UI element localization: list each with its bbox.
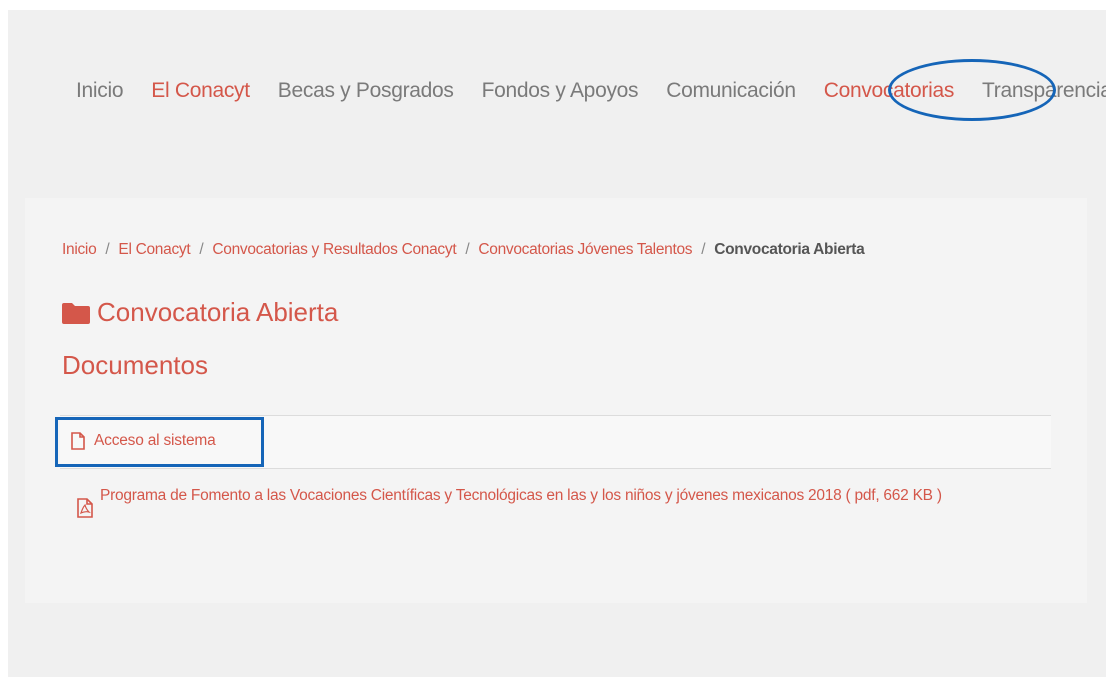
breadcrumb-item-inicio[interactable]: Inicio <box>62 241 97 258</box>
document-link-label: Programa de Fomento a las Vocaciones Cie… <box>100 487 942 504</box>
breadcrumb-item-jovenes-talentos[interactable]: Convocatorias Jóvenes Talentos <box>478 241 692 258</box>
breadcrumb: Inicio / El Conacyt / Convocatorias y Result… <box>62 241 865 259</box>
annotation-ellipse <box>888 59 1056 121</box>
breadcrumb-separator: / <box>465 241 470 258</box>
nav-item-inicio[interactable]: Inicio <box>76 78 124 104</box>
document-link-programa[interactable]: Programa de Fomento a las Vocaciones Cie… <box>76 484 1036 518</box>
folder-icon <box>62 302 90 324</box>
breadcrumb-separator: / <box>199 241 204 258</box>
nav-item-el-conacyt[interactable]: El Conacyt <box>151 78 250 104</box>
nav-item-fondos-y-apoyos[interactable]: Fondos y Apoyos <box>482 78 639 104</box>
breadcrumb-item-convocatorias-resultados[interactable]: Convocatorias y Resultados Conacyt <box>212 241 456 258</box>
breadcrumb-item-el-conacyt[interactable]: El Conacyt <box>118 241 190 258</box>
file-pdf-icon <box>77 498 93 518</box>
annotation-box <box>55 417 264 467</box>
nav-item-comunicacion[interactable]: Comunicación <box>666 78 796 104</box>
documents-heading: Documentos <box>62 350 208 380</box>
breadcrumb-current: Convocatoria Abierta <box>714 241 865 258</box>
nav-item-becas-y-posgrados[interactable]: Becas y Posgrados <box>278 78 454 104</box>
page-title: Convocatoria Abierta <box>61 297 338 328</box>
page-title-text: Convocatoria Abierta <box>97 297 339 327</box>
breadcrumb-separator: / <box>701 241 706 258</box>
breadcrumb-separator: / <box>105 241 110 258</box>
